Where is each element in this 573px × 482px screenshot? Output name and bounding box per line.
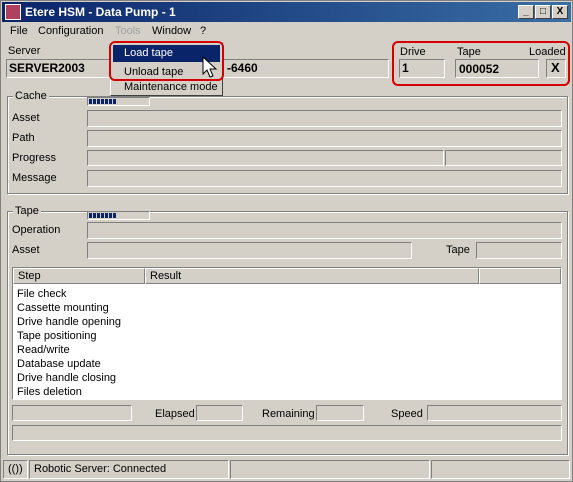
column-extra[interactable]	[479, 268, 561, 284]
cache-asset-label: Asset	[12, 112, 40, 124]
app-icon	[5, 4, 21, 20]
menu-tools[interactable]: Tools	[115, 25, 141, 37]
server-label: Server	[8, 45, 41, 57]
menu-maintenance-mode[interactable]: Maintenance mode	[113, 79, 220, 96]
column-result[interactable]: Result	[145, 268, 479, 284]
window-title: Etere HSM - Data Pump - 1	[25, 5, 176, 19]
cache-message-field	[87, 170, 562, 187]
cache-message-label: Message	[12, 172, 57, 184]
steps-table[interactable]: Step Result File check Cassette mounting…	[12, 267, 562, 400]
status-cell-3	[230, 460, 430, 479]
cache-asset-field	[87, 110, 562, 127]
remaining-label: Remaining	[262, 408, 315, 420]
menu-configuration[interactable]: Configuration	[38, 25, 103, 37]
cache-activity-bar	[87, 97, 150, 106]
table-row[interactable]: Database update	[17, 358, 101, 370]
status-cell-4	[431, 460, 570, 479]
operation-label: Operation	[12, 224, 61, 236]
connection-indicator: (())	[3, 460, 28, 479]
cache-progress-value	[445, 150, 562, 166]
title-bar[interactable]: Etere HSM - Data Pump - 1 _ □ X	[2, 2, 571, 22]
tape-group-title: Tape	[13, 205, 41, 217]
tape-id-label: Tape	[446, 244, 470, 256]
tape-asset-field	[87, 242, 412, 259]
elapsed-field	[196, 405, 243, 421]
cache-path-field	[87, 130, 562, 147]
speed-label: Speed	[391, 408, 423, 420]
tape-asset-label: Asset	[12, 244, 40, 256]
timing-status-field	[12, 405, 132, 421]
menu-bar: File Configuration Tools Window ?	[2, 23, 571, 41]
operation-field	[87, 222, 562, 239]
drive-highlight	[392, 41, 570, 86]
minimize-button[interactable]: _	[518, 5, 534, 19]
table-row[interactable]: Files deletion	[17, 386, 82, 398]
table-row[interactable]: Drive handle opening	[17, 316, 121, 328]
cache-progress-label: Progress	[12, 152, 57, 164]
server-value-partial: -6460	[227, 61, 258, 75]
overall-progress-bar	[12, 425, 562, 441]
server-value: SERVER2003	[9, 61, 85, 75]
table-row[interactable]: File check	[17, 288, 67, 300]
column-step[interactable]: Step	[13, 268, 145, 284]
mouse-cursor-icon	[202, 56, 218, 78]
tape-activity-bar	[87, 211, 150, 220]
status-text: Robotic Server: Connected	[29, 460, 229, 479]
main-window: Etere HSM - Data Pump - 1 _ □ X File Con…	[0, 0, 573, 482]
tape-id-field	[476, 242, 562, 259]
remaining-field	[316, 405, 364, 421]
close-button[interactable]: X	[552, 5, 568, 19]
maximize-button[interactable]: □	[535, 5, 551, 19]
table-row[interactable]: Read/write	[17, 344, 70, 356]
speed-field	[427, 405, 562, 421]
table-row[interactable]: Cassette mounting	[17, 302, 109, 314]
cache-title: Cache	[13, 90, 49, 102]
menu-file[interactable]: File	[10, 25, 28, 37]
elapsed-label: Elapsed	[155, 408, 195, 420]
cache-path-label: Path	[12, 132, 35, 144]
menu-window[interactable]: Window	[152, 25, 191, 37]
table-row[interactable]: Tape positioning	[17, 330, 97, 342]
table-row[interactable]: Drive handle closing	[17, 372, 116, 384]
menu-help[interactable]: ?	[200, 25, 206, 37]
cache-progress-bar	[87, 150, 444, 166]
